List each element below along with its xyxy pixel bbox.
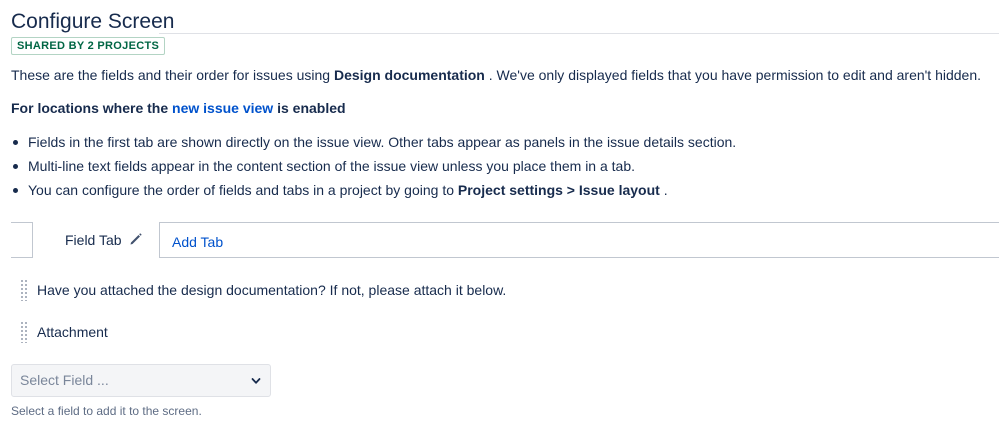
select-placeholder: Select Field ...: [20, 372, 109, 388]
configure-screen-page: Configure Screen SHARED BY 2 PROJECTS Th…: [0, 0, 999, 430]
intro-suffix: . We've only displayed fields that you h…: [488, 67, 982, 83]
title-divider: [159, 33, 999, 34]
page-title: Configure Screen: [11, 10, 175, 33]
field-label: Attachment: [37, 324, 108, 340]
select-field-dropdown[interactable]: Select Field ...: [11, 364, 271, 397]
tab-field-tab[interactable]: Field Tab: [32, 222, 160, 258]
shared-badge: SHARED BY 2 PROJECTS: [11, 37, 166, 55]
pencil-icon[interactable]: [129, 232, 143, 246]
list-item: You can configure the order of fields an…: [11, 178, 736, 202]
list-item: Multi-line text fields appear in the con…: [11, 154, 736, 178]
field-row[interactable]: Attachment: [20, 320, 108, 344]
add-tab-link[interactable]: Add Tab: [172, 232, 223, 252]
field-label: Have you attached the design documentati…: [37, 282, 507, 298]
tab-label: Field Tab: [65, 232, 122, 248]
intro-prefix: These are the fields and their order for…: [11, 67, 331, 83]
intro-text: These are the fields and their order for…: [11, 66, 981, 84]
chevron-down-icon: [251, 378, 261, 384]
bullet-icon: [13, 164, 18, 169]
locations-suffix: is enabled: [277, 100, 346, 116]
locations-prefix: For locations where the: [11, 100, 169, 116]
issue-layout-path: Project settings > Issue layout: [457, 182, 660, 198]
screen-name: Design documentation: [333, 67, 485, 83]
field-row[interactable]: Have you attached the design documentati…: [20, 278, 506, 302]
list-item-text: Multi-line text fields appear in the con…: [28, 158, 636, 174]
new-issue-view-link[interactable]: new issue view: [172, 100, 273, 116]
list-item-suffix: .: [663, 182, 668, 198]
bullet-icon: [13, 188, 18, 193]
select-help-text: Select a field to add it to the screen.: [11, 404, 202, 418]
list-item-text: Fields in the first tab are shown direct…: [28, 134, 737, 150]
drag-handle-icon[interactable]: [20, 279, 28, 301]
list-item: Fields in the first tab are shown direct…: [11, 130, 736, 154]
info-list: Fields in the first tab are shown direct…: [11, 130, 736, 202]
drag-handle-icon[interactable]: [20, 321, 28, 343]
list-item-text: You can configure the order of fields an…: [28, 182, 454, 198]
locations-heading: For locations where the new issue view i…: [11, 99, 346, 117]
bullet-icon: [13, 140, 18, 145]
